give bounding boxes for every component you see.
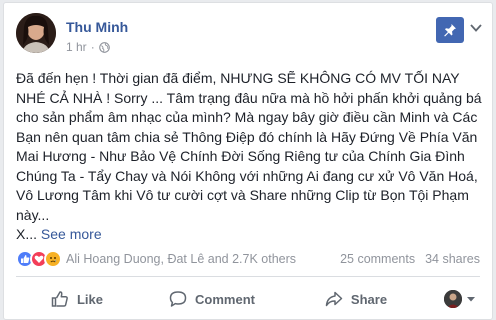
divider bbox=[16, 276, 480, 277]
comment-icon bbox=[169, 291, 187, 307]
reaction-icons[interactable] bbox=[16, 250, 62, 268]
thumbs-up-icon bbox=[51, 291, 68, 307]
post-meta: 1 hr · bbox=[66, 40, 110, 54]
engagement-counts: 25 comments 34 shares bbox=[340, 252, 480, 266]
post-time[interactable]: 1 hr bbox=[66, 40, 87, 54]
post-line: Bạn nên quan tâm chia sẻ Thông Điệp đó c… bbox=[16, 128, 478, 145]
post-line: NHÉ CẢ NHÀ ! Sorry ... Tâm trạng đâu nữa… bbox=[16, 89, 482, 106]
globe-icon[interactable] bbox=[98, 41, 110, 53]
chevron-down-icon[interactable] bbox=[470, 23, 482, 33]
comment-button[interactable]: Comment bbox=[138, 283, 286, 315]
viewer-avatar bbox=[444, 290, 462, 308]
post-line: cho sản phẩm âm nhạc của mình? Mà ngay b… bbox=[16, 109, 478, 125]
like-button[interactable]: Like bbox=[16, 283, 138, 315]
post-last-line: X... See more bbox=[16, 225, 484, 245]
reactions-bar: Ali Hoang Duong, Đat Lê and 2.7K others … bbox=[16, 249, 480, 269]
post-line: này... bbox=[16, 206, 50, 223]
post-line: Vô Lương Tâm khi Vô tư cười cợt và Share… bbox=[16, 187, 469, 203]
post-line: Chúng Ta - Tẩy Chay và Nói Không với nhữ… bbox=[16, 167, 478, 184]
pin-icon[interactable] bbox=[436, 17, 464, 43]
comment-count[interactable]: 25 comments bbox=[340, 252, 415, 266]
reaction-names[interactable]: Ali Hoang Duong, Đat Lê and 2.7K others bbox=[66, 252, 296, 266]
see-more-link[interactable]: See more bbox=[41, 226, 102, 242]
like-label: Like bbox=[76, 291, 103, 307]
post-as-selector[interactable] bbox=[444, 290, 476, 308]
post-line: Đã đến hẹn ! Thời gian đã điểm, NHƯNG SẼ… bbox=[16, 70, 460, 86]
post-header: Thu Minh 1 hr · bbox=[16, 13, 482, 59]
meta-separator: · bbox=[90, 40, 95, 54]
caret-down-icon bbox=[467, 297, 475, 302]
sad-reaction-icon bbox=[44, 250, 62, 268]
share-label: Share bbox=[350, 291, 388, 307]
share-count[interactable]: 34 shares bbox=[425, 252, 480, 266]
share-arrow-icon bbox=[325, 291, 343, 307]
post-card: Thu Minh 1 hr · Đã đến hẹn ! Thời gian đ… bbox=[3, 2, 493, 320]
post-line: Mai Hương - Như Bảo Vệ Chính Đời Sống Ri… bbox=[16, 148, 465, 164]
avatar[interactable] bbox=[16, 13, 56, 53]
comment-label: Comment bbox=[195, 291, 255, 307]
share-button[interactable]: Share bbox=[286, 283, 426, 315]
author-name[interactable]: Thu Minh bbox=[66, 19, 128, 35]
post-body: Đã đến hẹn ! Thời gian đã điểm, NHƯNG SẼ… bbox=[16, 69, 484, 245]
action-bar: Like Comment Share bbox=[16, 283, 480, 315]
post-truncated-text: X... bbox=[16, 226, 38, 242]
